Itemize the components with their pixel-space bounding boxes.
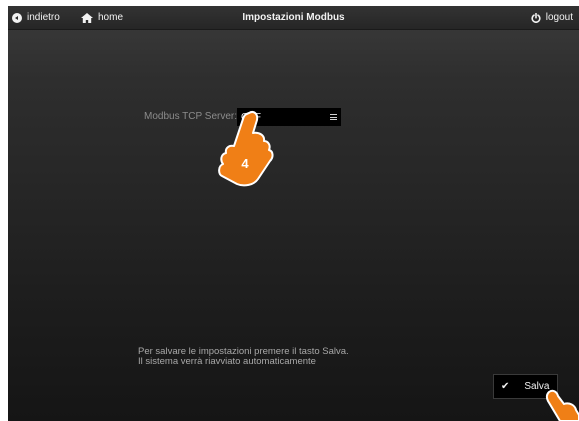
- annotation-overlay: [218, 110, 579, 421]
- hand-pointer-icon: [218, 110, 274, 187]
- step-number: 4: [241, 156, 249, 171]
- app-screen: Impostazioni Modbus indietro home logout…: [8, 6, 579, 421]
- hand-pointer-icon-2: [545, 389, 579, 421]
